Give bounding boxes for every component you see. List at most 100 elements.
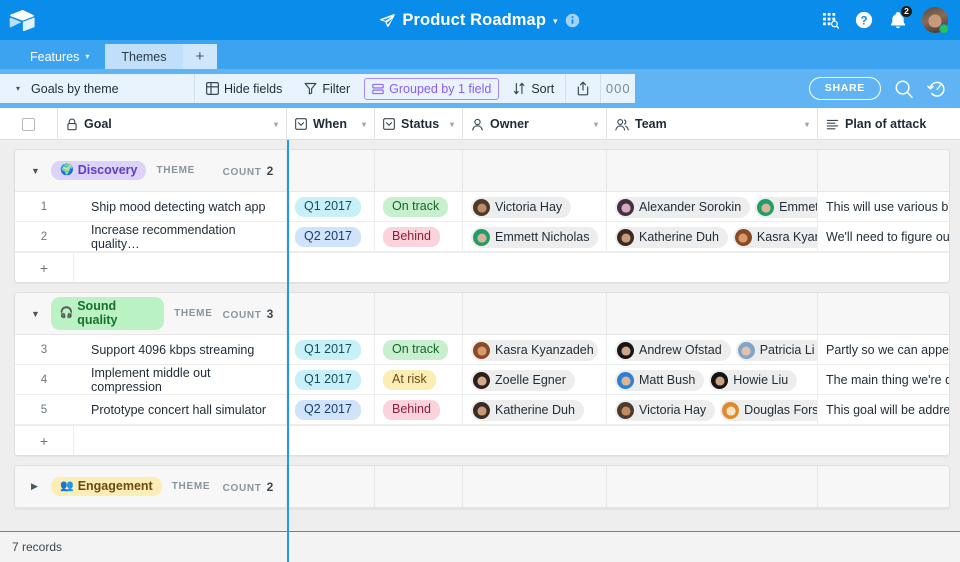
group-collapse-arrow-icon[interactable]: ▼ [31,166,41,176]
cell-status[interactable]: Behind [375,395,463,425]
avatar[interactable] [922,7,948,33]
single-select-icon [295,118,307,130]
apps-grid-search-icon[interactable] [820,10,840,30]
column-header-owner[interactable]: Owner ▾ [463,108,607,140]
owner-chip[interactable]: Kasra Kyanzadeh [471,340,598,361]
team-member-chip[interactable]: Matt Bush [615,370,704,391]
team-member-name: Patricia Li [760,343,815,357]
more-options-button[interactable]: 000 [601,74,635,103]
column-team-chevron-down-icon[interactable]: ▾ [805,120,809,129]
cell-team[interactable]: Alexander SorokinEmmett Nicholas [607,192,818,222]
column-goal-chevron-down-icon[interactable]: ▾ [274,120,278,129]
team-member-chip[interactable]: Victoria Hay [615,400,715,421]
add-record-row[interactable]: + [15,252,949,282]
add-record-row[interactable]: + [15,425,949,455]
cell-plan-of-attack[interactable]: This goal will be address [818,395,950,425]
cell-goal[interactable]: Support 4096 kbps streaming [73,335,287,365]
info-circle-icon[interactable] [565,13,580,28]
column-header-plan-of-attack[interactable]: Plan of attack [818,108,960,140]
team-member-chip[interactable]: Howie Liu [709,370,797,391]
cell-plan-of-attack[interactable]: This will use various biom [818,192,950,222]
cell-status[interactable]: At risk [375,365,463,395]
notification-bell-icon[interactable]: 2 [888,10,908,30]
column-when-chevron-down-icon[interactable]: ▾ [362,120,366,129]
cell-owner[interactable]: Zoelle Egner [463,365,607,395]
select-all-checkbox[interactable] [0,108,58,140]
team-member-chip[interactable]: Andrew Ofstad [615,340,731,361]
column-header-when[interactable]: When ▾ [287,108,375,140]
title-chevron-down-icon[interactable]: ▾ [553,16,558,27]
column-status-chevron-down-icon[interactable]: ▾ [450,120,454,129]
filter-label: Filter [322,82,350,96]
cell-when[interactable]: Q2 2017 [287,395,375,425]
search-icon[interactable] [894,79,914,99]
table-row[interactable]: 5Prototype concert hall simulatorQ2 2017… [15,395,949,425]
group-collapse-arrow-icon[interactable]: ▼ [31,309,41,319]
share-button[interactable]: SHARE [809,77,881,100]
group-header-cell [287,293,375,335]
group-theme-badge: 👥Engagement [51,477,162,496]
long-text-icon [826,118,839,131]
table-row[interactable]: 3Support 4096 kbps streamingQ1 2017On tr… [15,335,949,365]
column-header-team[interactable]: Team ▾ [607,108,818,140]
cell-when[interactable]: Q1 2017 [287,192,375,222]
team-member-chip[interactable]: Emmett Nicholas [755,197,818,218]
owner-name: Victoria Hay [495,200,562,214]
cell-team[interactable]: Matt BushHowie Liu [607,365,818,395]
cell-status[interactable]: On track [375,335,463,365]
airtable-cube-icon[interactable] [0,9,44,31]
cell-when[interactable]: Q1 2017 [287,365,375,395]
cell-owner[interactable]: Katherine Duh [463,395,607,425]
sort-button[interactable]: Sort [502,74,565,103]
cell-goal[interactable]: Prototype concert hall simulator [73,395,287,425]
grouped-by-button[interactable]: Grouped by 1 field [364,78,499,100]
cell-when[interactable]: Q1 2017 [287,335,375,365]
add-record-plus-icon[interactable]: + [15,433,73,449]
group-theme-emoji-icon: 🌍 [60,164,74,177]
column-owner-chevron-down-icon[interactable]: ▾ [594,120,598,129]
team-member-chip[interactable]: Kasra Kyanzadeh [733,227,818,248]
cell-owner[interactable]: Victoria Hay [463,192,607,222]
team-member-chip[interactable]: Alexander Sorokin [615,197,750,218]
share-upload-icon [576,81,590,96]
cell-owner[interactable]: Kasra Kyanzadeh [463,335,607,365]
table-row[interactable]: 4Implement middle out compressionQ1 2017… [15,365,949,395]
cell-team[interactable]: Katherine DuhKasra Kyanzadeh [607,222,818,252]
add-table-button[interactable]: + [183,44,218,69]
cell-owner[interactable]: Emmett Nicholas [463,222,607,252]
table-row[interactable]: 1Ship mood detecting watch appQ1 2017On … [15,192,949,222]
column-header-goal[interactable]: Goal ▾ [58,108,287,140]
column-header-status[interactable]: Status ▾ [375,108,463,140]
group-theme-name: Discovery [78,163,138,177]
group-expand-arrow-icon[interactable]: ▶ [31,481,41,492]
cell-team[interactable]: Andrew Ofstad Patricia Li [607,335,818,365]
cell-goal[interactable]: Increase recommendation quality… [73,222,287,252]
filter-button[interactable]: Filter [293,74,361,103]
cell-plan-of-attack[interactable]: The main thing we're doi [818,365,950,395]
cell-team[interactable]: Victoria HayDouglas Forst [607,395,818,425]
group-header-cell [818,466,950,508]
owner-chip[interactable]: Victoria Hay [471,197,571,218]
team-member-chip[interactable]: Patricia Li [736,340,818,361]
cell-plan-of-attack[interactable]: Partly so we can appeas [818,335,950,365]
table-row[interactable]: 2Increase recommendation quality…Q2 2017… [15,222,949,252]
owner-chip[interactable]: Katherine Duh [471,400,584,421]
cell-status[interactable]: Behind [375,222,463,252]
owner-chip[interactable]: Zoelle Egner [471,370,575,391]
owner-chip[interactable]: Emmett Nicholas [471,227,598,248]
revision-history-icon[interactable] [927,79,947,99]
view-selector[interactable]: ▾ Goals by theme [0,74,195,103]
cell-status[interactable]: On track [375,192,463,222]
hide-fields-button[interactable]: Hide fields [195,74,293,103]
team-member-chip[interactable]: Katherine Duh [615,227,728,248]
cell-goal[interactable]: Implement middle out compression [73,365,287,395]
tab-features[interactable]: Features ▾ [14,44,105,69]
add-record-plus-icon[interactable]: + [15,260,73,276]
cell-plan-of-attack[interactable]: We'll need to figure out t [818,222,950,252]
team-member-chip[interactable]: Douglas Forst [720,400,818,421]
help-circle-icon[interactable]: ? [854,10,874,30]
tab-themes[interactable]: Themes [105,44,182,69]
share-view-button[interactable] [566,74,600,103]
cell-goal[interactable]: Ship mood detecting watch app [73,192,287,222]
cell-when[interactable]: Q2 2017 [287,222,375,252]
